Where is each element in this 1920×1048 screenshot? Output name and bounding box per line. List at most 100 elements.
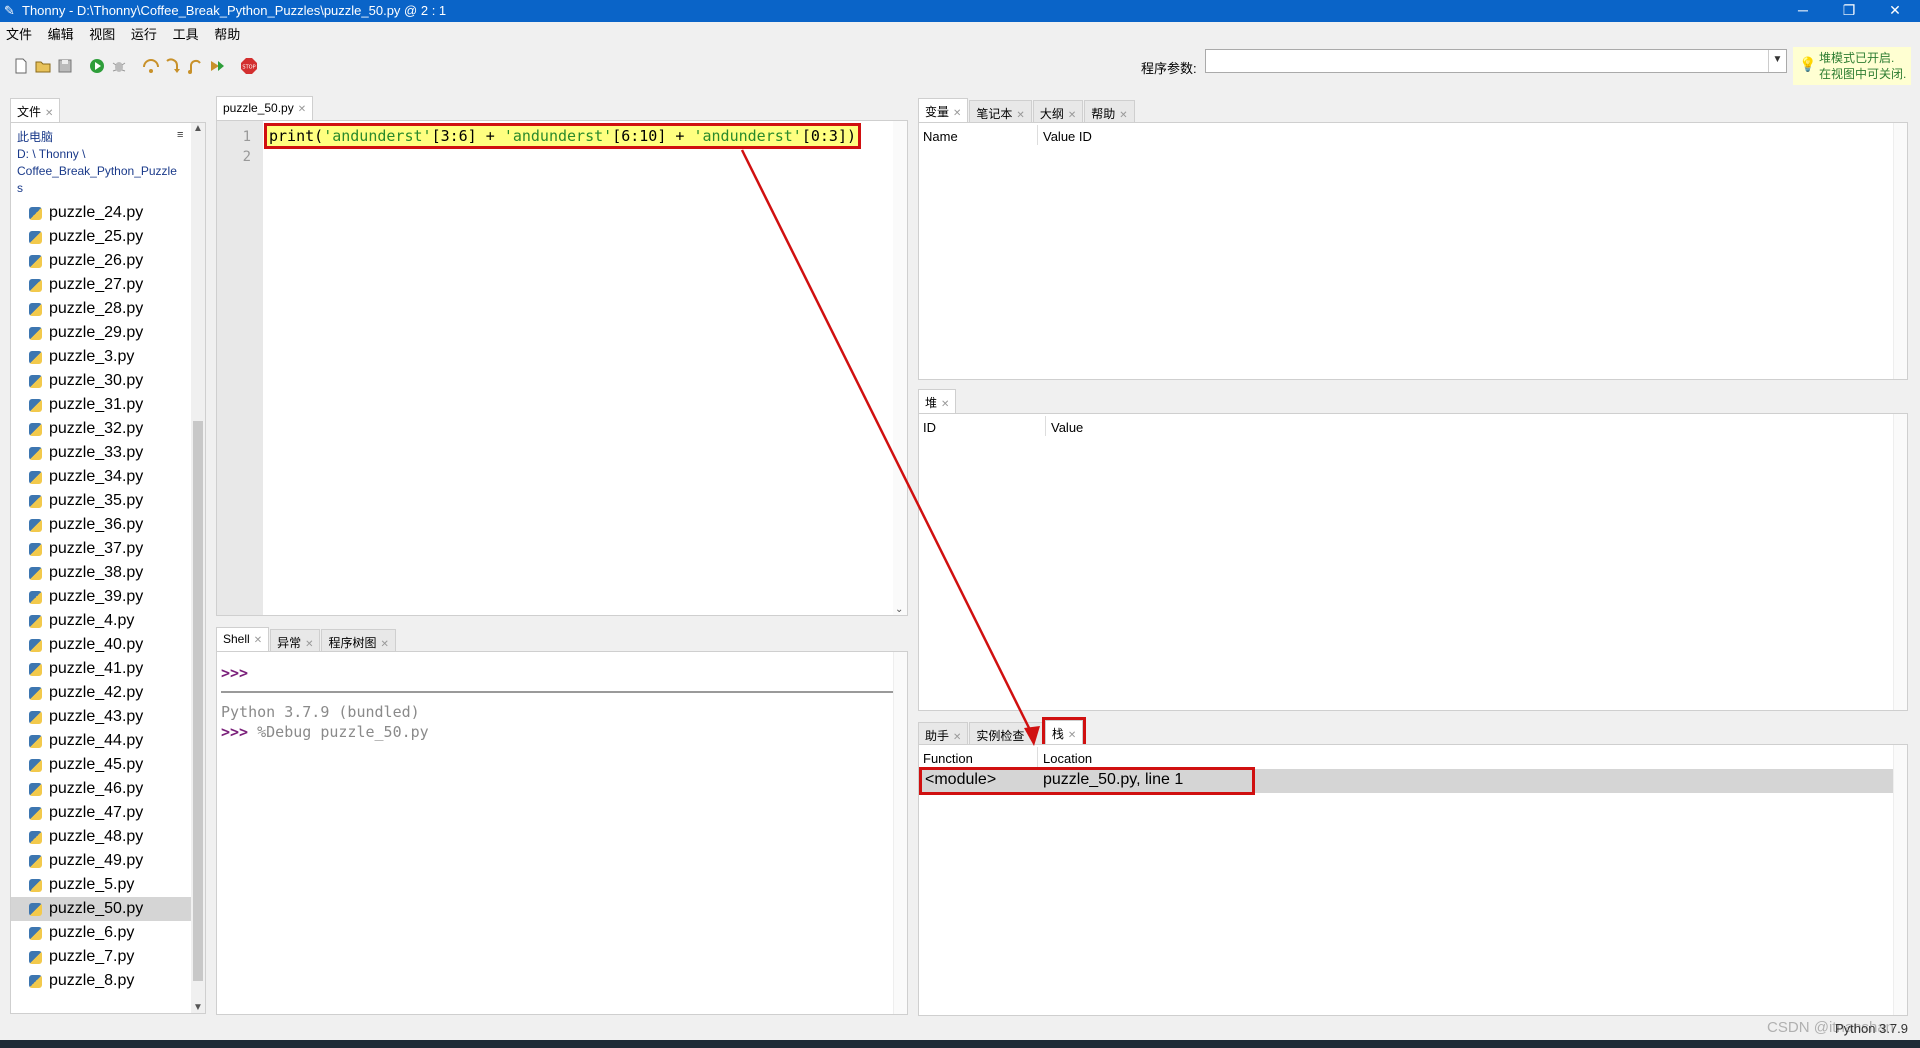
vars-scrollbar[interactable]: [1893, 123, 1907, 379]
tab-assistant[interactable]: 助手 ✕: [918, 722, 969, 744]
close-icon[interactable]: ✕: [254, 635, 262, 646]
file-list-item[interactable]: puzzle_29.py: [11, 321, 191, 345]
scroll-thumb[interactable]: [193, 421, 203, 981]
file-list-item[interactable]: puzzle_32.py: [11, 417, 191, 441]
file-list-item[interactable]: puzzle_41.py: [11, 657, 191, 681]
file-list-item[interactable]: puzzle_6.py: [11, 921, 191, 945]
path-drive[interactable]: D: \ Thonny \: [17, 146, 187, 163]
code-editor[interactable]: 1 2 print('andunderst'[3:6] + 'andunders…: [216, 120, 908, 616]
tab-puzzle-50[interactable]: puzzle_50.py ✕: [216, 96, 314, 120]
tab-object-inspector[interactable]: 实例检查 ✕: [969, 722, 1044, 744]
file-list-item[interactable]: puzzle_31.py: [11, 393, 191, 417]
col-value-header[interactable]: Value: [1051, 420, 1083, 435]
close-icon[interactable]: ✕: [941, 399, 949, 410]
tab-program-tree[interactable]: 程序树图 ✕: [321, 629, 396, 651]
col-function-header[interactable]: Function: [923, 751, 973, 766]
close-icon[interactable]: ✕: [1016, 110, 1024, 121]
tab-heap[interactable]: 堆 ✕: [918, 389, 957, 413]
open-file-icon[interactable]: [34, 57, 52, 75]
file-list-item[interactable]: puzzle_36.py: [11, 513, 191, 537]
close-icon[interactable]: ✕: [1119, 110, 1127, 121]
column-divider[interactable]: [1037, 125, 1038, 145]
file-list-item[interactable]: puzzle_37.py: [11, 537, 191, 561]
file-list-item[interactable]: puzzle_44.py: [11, 729, 191, 753]
file-list-item[interactable]: puzzle_28.py: [11, 297, 191, 321]
chevron-down-icon[interactable]: ▼: [1768, 50, 1786, 72]
file-list-item[interactable]: puzzle_46.py: [11, 777, 191, 801]
save-file-icon[interactable]: [56, 57, 74, 75]
col-location-header[interactable]: Location: [1043, 751, 1092, 766]
col-name-header[interactable]: Name: [923, 129, 958, 144]
tab-shell[interactable]: Shell ✕: [216, 627, 270, 651]
close-button[interactable]: ✕: [1872, 0, 1918, 22]
close-icon[interactable]: ✕: [381, 639, 389, 650]
file-list-item[interactable]: puzzle_35.py: [11, 489, 191, 513]
scroll-down-icon[interactable]: ⌄: [895, 604, 903, 615]
tab-variables[interactable]: 变量 ✕: [918, 98, 969, 122]
minimize-button[interactable]: ─: [1780, 0, 1826, 22]
file-list-item[interactable]: puzzle_34.py: [11, 465, 191, 489]
close-icon[interactable]: ✕: [1028, 732, 1036, 743]
file-list-item[interactable]: puzzle_25.py: [11, 225, 191, 249]
close-icon[interactable]: ✕: [1068, 730, 1076, 741]
path-folder-tail[interactable]: s: [17, 180, 187, 197]
heap-scrollbar[interactable]: [1893, 414, 1907, 710]
resume-icon[interactable]: [208, 57, 226, 75]
python-version[interactable]: Python 3.7.9: [1835, 1021, 1908, 1036]
run-icon[interactable]: [88, 57, 106, 75]
col-value-header[interactable]: Value ID: [1043, 129, 1092, 144]
col-id-header[interactable]: ID: [923, 420, 936, 435]
close-icon[interactable]: ✕: [953, 732, 961, 743]
tab-help[interactable]: 帮助 ✕: [1084, 100, 1135, 122]
close-icon[interactable]: ✕: [1068, 110, 1076, 121]
file-list-item[interactable]: puzzle_43.py: [11, 705, 191, 729]
files-scrollbar[interactable]: ▲ ▼: [191, 123, 205, 1013]
tab-outline[interactable]: 大纲 ✕: [1032, 100, 1084, 122]
path-this-pc[interactable]: 此电脑: [17, 129, 187, 146]
file-list-item[interactable]: puzzle_26.py: [11, 249, 191, 273]
tab-files[interactable]: 文件 ✕: [10, 98, 61, 122]
file-list-item[interactable]: puzzle_8.py: [11, 969, 191, 993]
file-list-item[interactable]: puzzle_27.py: [11, 273, 191, 297]
tab-exception[interactable]: 异常 ✕: [270, 629, 321, 651]
program-args-input[interactable]: ▼: [1205, 49, 1787, 73]
step-over-icon[interactable]: [142, 57, 160, 75]
file-list-item[interactable]: puzzle_38.py: [11, 561, 191, 585]
file-list-item[interactable]: puzzle_7.py: [11, 945, 191, 969]
scroll-up-icon[interactable]: ▲: [193, 123, 203, 134]
column-divider[interactable]: [1045, 416, 1046, 436]
file-list-item[interactable]: puzzle_33.py: [11, 441, 191, 465]
shell-input-line[interactable]: >>>: [221, 664, 248, 682]
debug-icon[interactable]: [110, 57, 128, 75]
tab-stack[interactable]: 栈 ✕: [1041, 717, 1087, 747]
file-list-item[interactable]: puzzle_4.py: [11, 609, 191, 633]
maximize-button[interactable]: ❐: [1826, 0, 1872, 22]
file-list-item[interactable]: puzzle_50.py: [11, 897, 191, 921]
file-list-item[interactable]: puzzle_45.py: [11, 753, 191, 777]
close-icon[interactable]: ✕: [45, 108, 53, 119]
column-divider[interactable]: [1037, 747, 1038, 767]
file-list-item[interactable]: puzzle_5.py: [11, 873, 191, 897]
scroll-down-icon[interactable]: ▼: [193, 1002, 203, 1013]
stop-icon[interactable]: STOP: [240, 57, 258, 75]
step-into-icon[interactable]: [164, 57, 182, 75]
close-icon[interactable]: ✕: [305, 639, 313, 650]
file-list-item[interactable]: puzzle_40.py: [11, 633, 191, 657]
file-list-item[interactable]: puzzle_47.py: [11, 801, 191, 825]
files-path[interactable]: 此电脑 D: \ Thonny \ Coffee_Break_Python_Pu…: [17, 129, 187, 197]
stack-scrollbar[interactable]: [1893, 745, 1907, 1015]
file-list-item[interactable]: puzzle_42.py: [11, 681, 191, 705]
shell-panel[interactable]: >>> Python 3.7.9 (bundled) >>> %Debug pu…: [216, 651, 908, 1015]
step-out-icon[interactable]: [186, 57, 204, 75]
file-list-item[interactable]: puzzle_39.py: [11, 585, 191, 609]
file-list-item[interactable]: puzzle_30.py: [11, 369, 191, 393]
editor-scrollbar[interactable]: ⌄: [893, 121, 907, 615]
hamburger-menu-icon[interactable]: ≡: [177, 129, 183, 141]
shell-scrollbar[interactable]: [893, 652, 907, 1014]
file-list-item[interactable]: puzzle_3.py: [11, 345, 191, 369]
file-list-item[interactable]: puzzle_49.py: [11, 849, 191, 873]
file-list-item[interactable]: puzzle_24.py: [11, 201, 191, 225]
tab-notebook[interactable]: 笔记本 ✕: [969, 100, 1032, 122]
close-icon[interactable]: ✕: [953, 108, 961, 119]
new-file-icon[interactable]: [12, 57, 30, 75]
